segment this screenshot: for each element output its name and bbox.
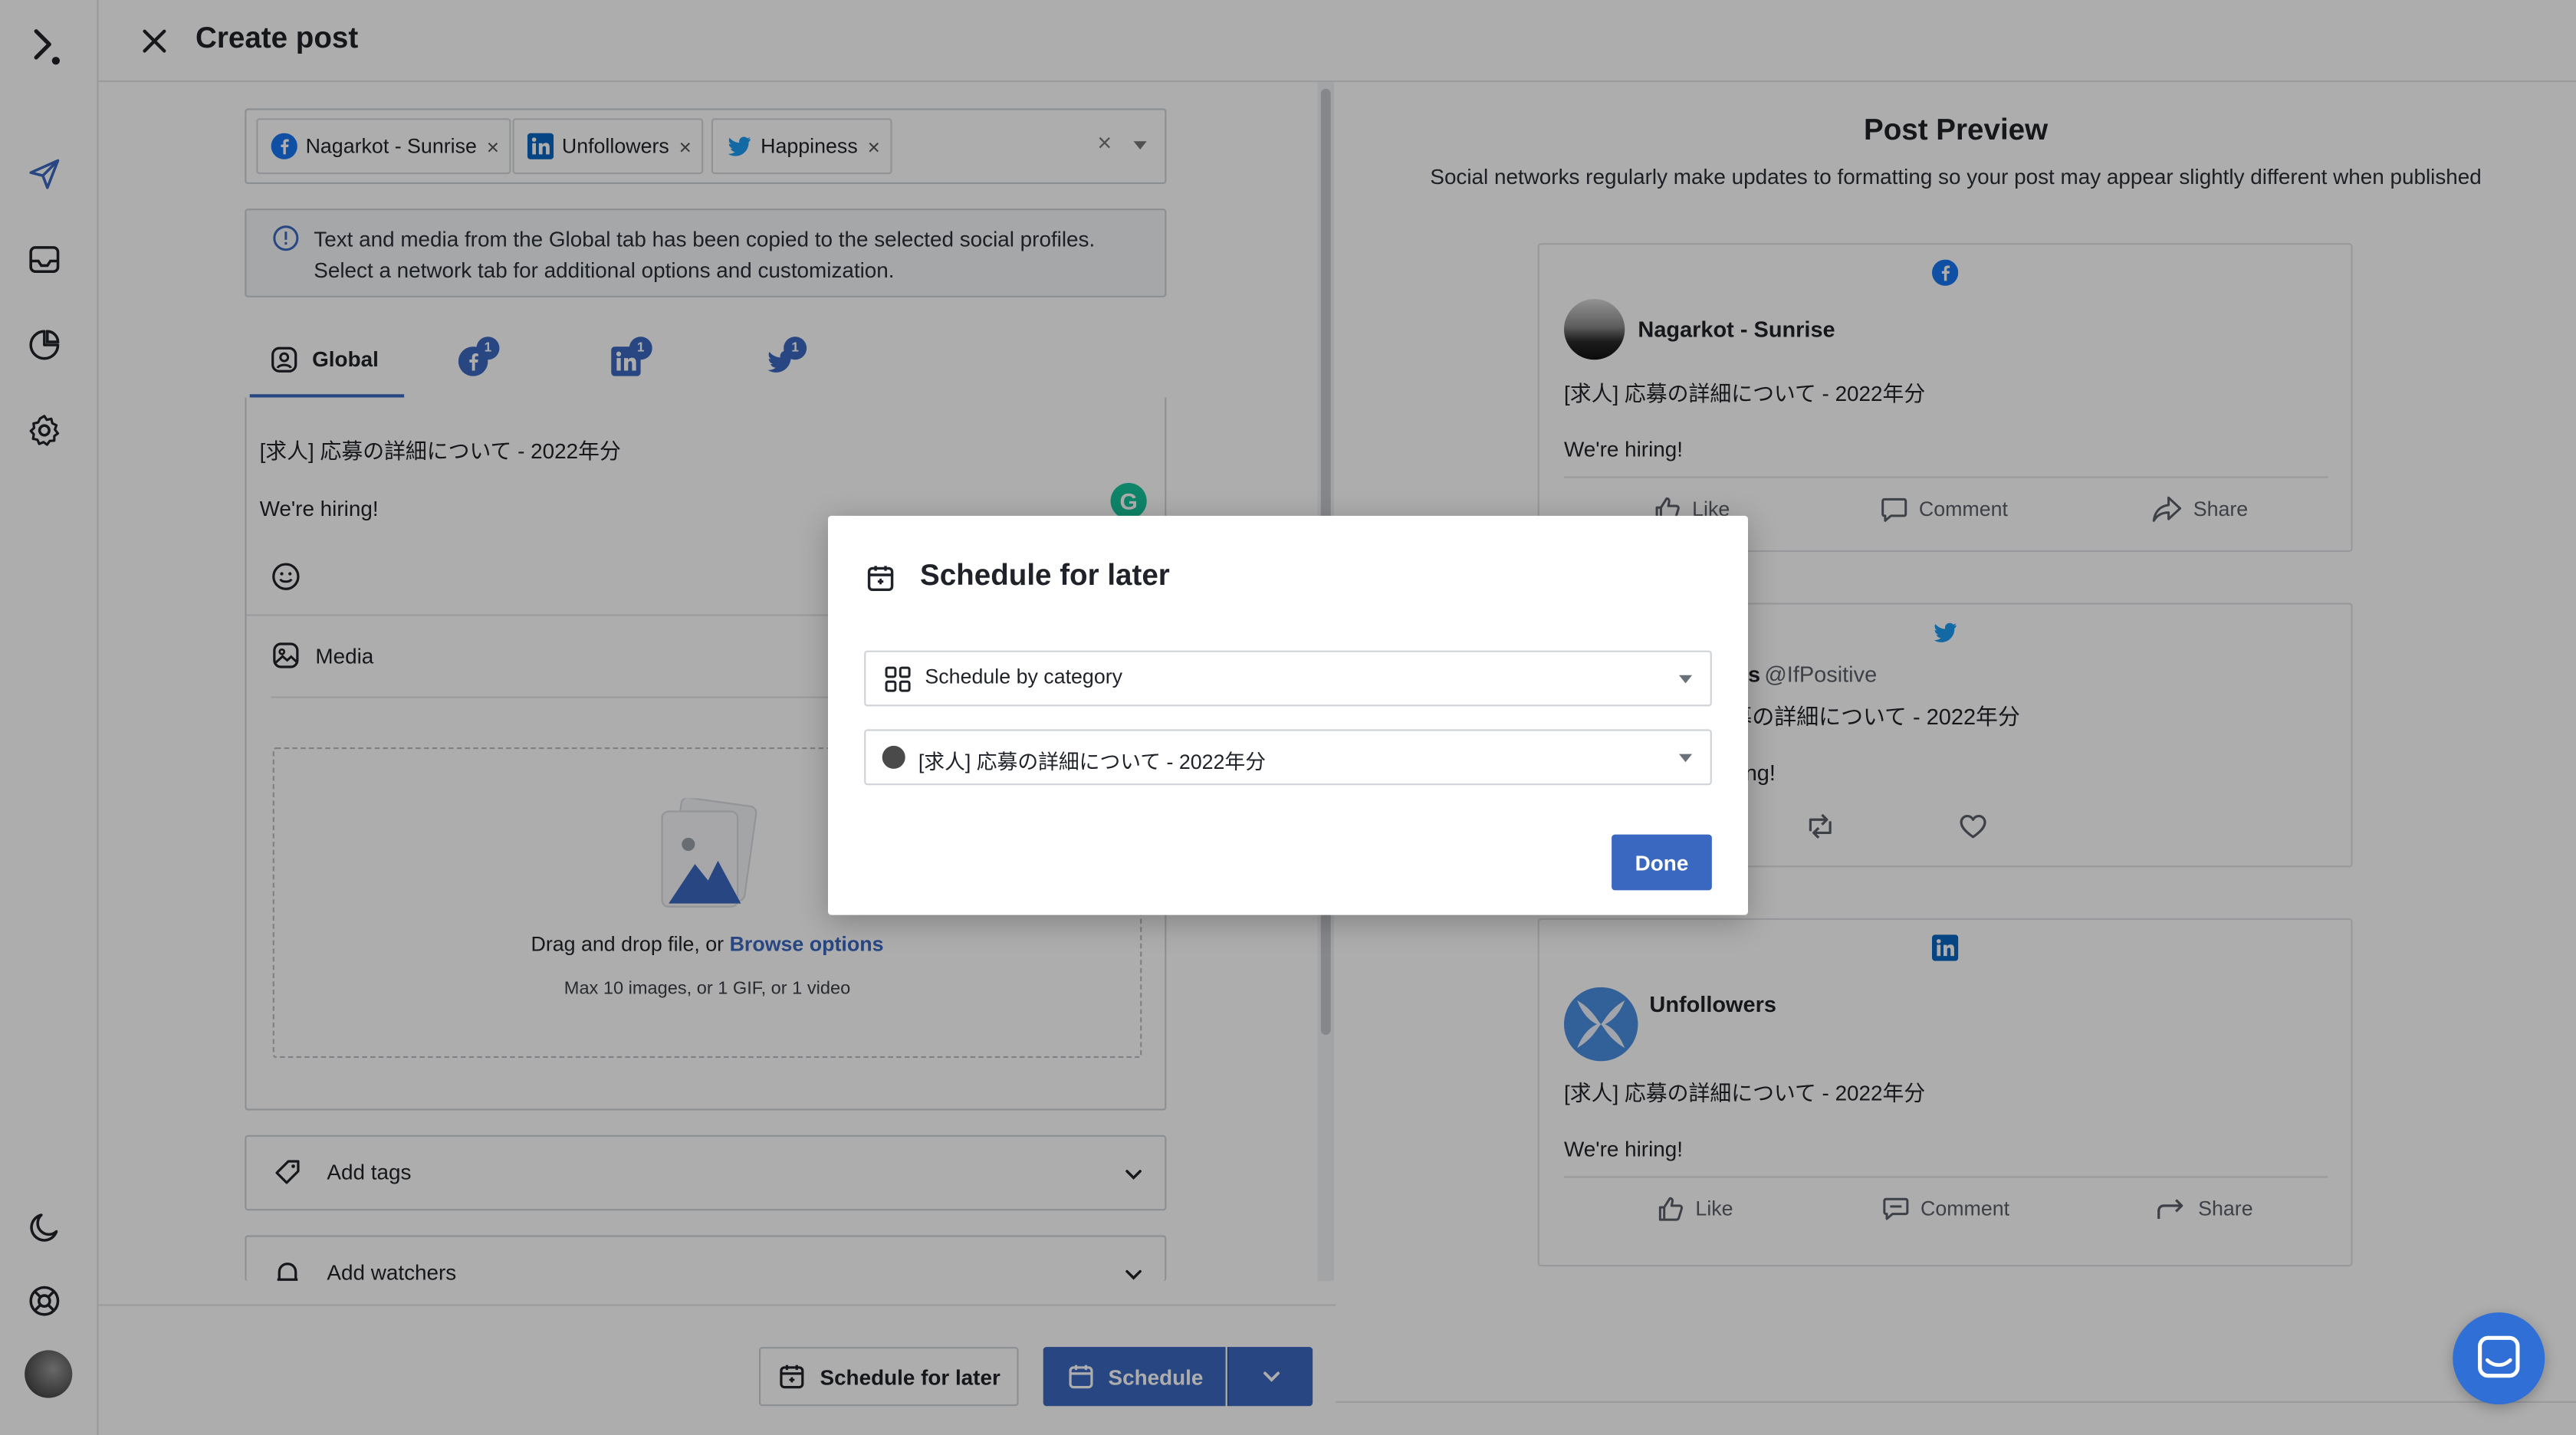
grid-category-icon <box>885 666 911 692</box>
done-button[interactable]: Done <box>1612 834 1712 891</box>
chat-icon <box>2478 1335 2520 1378</box>
schedule-for-later-dialog: Schedule for later Schedule by category … <box>828 515 1748 915</box>
schedule-mode-value: Schedule by category <box>925 665 1123 688</box>
dialog-title: Schedule for later <box>920 558 1170 592</box>
schedule-mode-select[interactable]: Schedule by category <box>864 650 1712 707</box>
app-window: Create post Nagarkot - Sunrise × Unfollo… <box>0 0 2576 1435</box>
chevron-down-icon <box>1679 754 1693 763</box>
chat-launcher-button[interactable] <box>2453 1312 2545 1405</box>
chevron-down-icon <box>1679 675 1693 684</box>
category-select[interactable]: [求人] 応募の詳細について - 2022年分 <box>864 729 1712 786</box>
category-color-dot <box>882 745 905 769</box>
calendar-icon <box>867 566 894 591</box>
category-value: [求人] 応募の詳細について - 2022年分 <box>918 750 1267 774</box>
